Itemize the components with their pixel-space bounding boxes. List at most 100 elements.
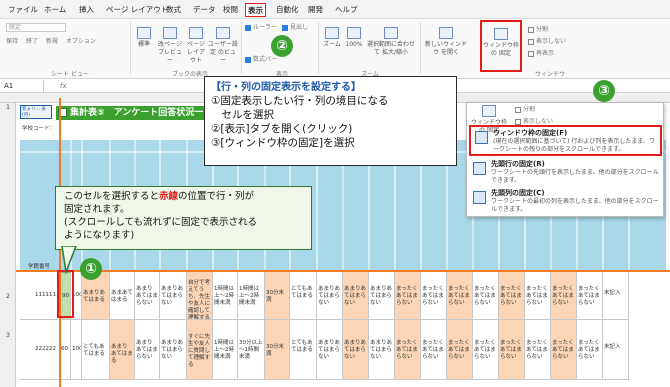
table-cell[interactable]: あまりあてはまらない [160,272,187,320]
table-cell[interactable]: まったくあてはまらない [499,320,525,380]
table-cell[interactable]: あまあてはまる [110,272,135,320]
table-cell[interactable]: 60 [60,320,71,380]
table-cell[interactable]: とてもあてはまる [290,272,317,320]
sheet-view-group: 既定 保持 終了 新規 オプション [6,23,126,46]
callout-line: ようになります) [64,230,135,241]
callout-pointer [61,246,77,275]
table-cell[interactable]: あまりあてはまる [110,320,135,380]
table-cell[interactable]: あまりあてはまらない [135,320,160,380]
headings-checkbox[interactable]: 見出し [282,23,308,32]
tab-view[interactable]: 表示 [245,3,266,17]
new-window-button[interactable]: 新しいウィンドウ を開く [424,27,468,57]
split-icon [528,26,534,33]
tab-data[interactable]: データ [191,3,218,17]
options-button[interactable]: オプション [66,38,96,45]
hide-icon [515,118,521,125]
zoom-button[interactable]: ズーム [322,27,342,49]
table-cell[interactable]: まったくあてはまらない [551,272,577,320]
table-cell[interactable]: まったくあてはまらない [395,272,421,320]
table-cell[interactable]: 未記入 [603,320,629,380]
menu-item-freeze-top-row[interactable]: 先頭行の固定(R) ワークシートの先頭行を表示したまま、他の部分をスクロールでき… [469,158,662,186]
freeze-panes-button[interactable]: ウィンドウ枠の 固定 [480,20,522,72]
hide-button[interactable]: 表示しない [528,37,566,46]
unhide-button[interactable]: 再表示 [528,49,554,58]
tab-developer[interactable]: 開発 [306,3,325,17]
table-cell[interactable]: 100 [71,320,82,380]
table-cell[interactable]: あまりあてはまらない [135,272,160,320]
menu-split[interactable]: 分割 [515,105,535,114]
page-break-preview-button[interactable]: 改ページ プレビュー [157,27,183,65]
checkbox-icon [245,56,251,63]
callout-line: ①固定表示したい行・列の境目になる [211,95,389,107]
table-cell[interactable]: まったくあてはまらない [421,272,447,320]
tab-insert[interactable]: 挿入 [77,3,96,17]
table-cell[interactable]: 1時間以上～2時間未満 [213,320,238,380]
exit-button[interactable]: 終了 [26,38,38,45]
fx-icon[interactable]: fx [60,80,67,93]
table-cell[interactable]: 自分で考えてうち、先生や友人に確認して理解する [187,272,213,320]
hide-icon [528,38,534,45]
zoom-to-selection-button[interactable]: 選択範囲に合わせて 拡大/縮小 [366,27,416,57]
table-cell[interactable]: まったくあてはまらない [395,320,421,380]
table-cell[interactable]: まったくあてはまらない [499,272,525,320]
table-cell[interactable]: 1時間以上～2時間未満 [238,272,265,320]
name-box[interactable]: A1 [4,80,44,93]
table-cell[interactable]: まったくあてはまらない [473,320,499,380]
tab-help[interactable]: ヘルプ [333,3,360,17]
tab-review[interactable]: 校閲 [221,3,240,17]
formula-bar-checkbox[interactable]: 数式バー [245,55,277,64]
table-cell[interactable]: すぐに先生や友人に質問して理解する [187,320,213,380]
table-cell[interactable]: まったくあてはまらない [421,320,447,380]
row-number[interactable]: 1 [0,104,16,111]
table-cell[interactable]: あまりあてはまらない [160,320,187,380]
ruler-checkbox[interactable]: ルーラー [245,23,277,32]
freeze-top-row-icon [473,162,486,175]
table-cell[interactable]: まったくあてはまらない [577,320,603,380]
table-cell[interactable]: 1時間以上～2時間未満 [213,272,238,320]
new-button[interactable]: 新規 [46,38,58,45]
tab-page-layout[interactable]: ページ レイアウト [104,3,170,17]
menu-item-freeze-first-column[interactable]: 先頭列の固定(C) ワークシートの最初の列を表示したまま、他の部分をスクロールで… [469,187,662,215]
table-cell-id[interactable]: 222222 [20,320,60,380]
tab-file[interactable]: ファイル [6,3,40,17]
table-cell[interactable]: とてもあてはまる [290,320,317,380]
row-number[interactable]: 3 [0,332,16,339]
table-cell[interactable]: あまりあてはまらない [369,272,395,320]
row-number[interactable]: 2 [0,293,16,300]
table-cell[interactable]: あまりあてはまらない [317,320,343,380]
table-cell[interactable]: まったくあてはまらない [525,320,551,380]
tab-automate[interactable]: 自動化 [274,3,301,17]
table-cell[interactable]: あまりあてはまらない [369,320,395,380]
page-layout-button[interactable]: ページ レイアウト [185,27,207,65]
table-cell[interactable]: とてもあてはまる [82,320,110,380]
tab-formulas[interactable]: 数式 [164,3,183,17]
table-cell[interactable]: まったくあてはまらない [577,272,603,320]
callout-line: 固定されます。 [64,204,130,215]
checkbox-icon [282,24,288,31]
new-window-icon [439,27,453,39]
table-cell[interactable]: あまりあてはまらない [343,272,369,320]
keep-button[interactable]: 保持 [6,38,18,45]
table-cell[interactable]: まったくあてはまらない [447,272,473,320]
split-button[interactable]: 分割 [528,25,548,34]
table-cell[interactable]: あまりあてはまらない [343,320,369,380]
custom-views-button[interactable]: ユーザー設定 のビュー [208,27,238,65]
table-cell[interactable]: 30分未満 [265,272,290,320]
table-cell[interactable]: まったくあてはまらない [551,320,577,380]
sheet-view-dropdown[interactable]: 既定 [6,23,66,32]
freeze-first-column-icon [473,191,486,204]
step-2-badge: ② [271,35,293,57]
selected-cell-highlight [57,270,74,318]
table-cell[interactable]: 未記入 [603,272,629,320]
zoom-100-button[interactable]: 100% [344,27,364,49]
table-cell[interactable]: 30分以上～1時間未満 [238,320,265,380]
table-cell[interactable]: まったくあてはまらない [473,272,499,320]
normal-view-button[interactable]: 標準 [134,27,154,49]
table-cell[interactable]: 30分未満 [265,320,290,380]
tab-home[interactable]: ホーム [42,3,68,17]
table-cell[interactable]: あまりあてはまらない [317,272,343,320]
table-cell-id[interactable]: 111111 [20,272,60,320]
table-cell[interactable]: まったくあてはまらない [525,272,551,320]
table-cell[interactable]: まったくあてはまらない [447,320,473,380]
menu-item-freeze-panes[interactable]: ウィンドウ枠の固定(F) (現在の選択範囲に基づいて) 行および列を表示したまま… [469,125,662,156]
